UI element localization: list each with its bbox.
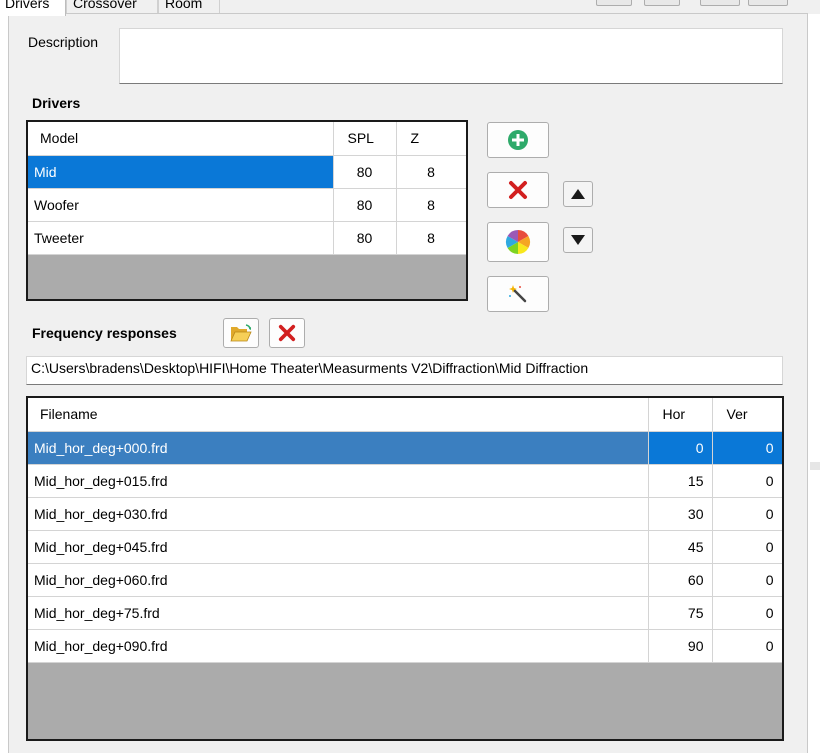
toolbar-button-2[interactable] [644,0,680,6]
remove-driver-button[interactable] [487,172,549,208]
driver-spl-cell[interactable]: 80 [333,221,397,255]
tab-crossover-label: Crossover [73,0,137,11]
splitter-edge [810,462,820,470]
driver-model-cell[interactable]: Woofer [28,188,334,222]
driver-model-cell[interactable]: Mid [28,155,334,189]
frequency-response-grid: Filename Hor Ver Mid_hor_deg+000.frd 0 0… [26,396,784,741]
driver-wizard-button[interactable] [487,276,549,312]
tab-crossover[interactable]: Crossover [66,0,158,14]
driver-spl-cell[interactable]: 80 [333,155,397,189]
frd-hor-cell[interactable]: 90 [648,629,713,663]
toolbar-button-4[interactable] [748,0,788,6]
driver-spl-cell[interactable]: 80 [333,188,397,222]
frd-hor-cell[interactable]: 75 [648,596,713,630]
color-wheel-icon [505,229,531,255]
open-frd-button[interactable] [223,318,259,348]
frd-filename-cell[interactable]: Mid_hor_deg+045.frd [28,530,649,564]
drivers-header-row: Model SPL Z [28,122,466,156]
frd-row[interactable]: Mid_hor_deg+090.frd 90 0 [28,629,782,663]
driver-row-woofer[interactable]: Woofer 80 8 [28,188,466,222]
frd-ver-cell[interactable]: 0 [712,629,782,663]
column-header-filename[interactable]: Filename [28,398,649,432]
frd-filename-cell[interactable]: Mid_hor_deg+000.frd [28,431,649,465]
frd-hor-cell[interactable]: 0 [648,431,713,465]
frd-row[interactable]: Mid_hor_deg+045.frd 45 0 [28,530,782,564]
frd-path-field[interactable]: C:\Users\bradens\Desktop\HIFI\Home Theat… [26,356,783,385]
triangle-up-icon [571,189,585,199]
toolbar-button-3[interactable] [700,0,740,6]
frd-filename-cell[interactable]: Mid_hor_deg+75.frd [28,596,649,630]
toolbar-button-1[interactable] [596,0,632,6]
tab-room-label: Room [165,0,203,11]
frd-filename-cell[interactable]: Mid_hor_deg+030.frd [28,497,649,531]
frd-hor-cell[interactable]: 60 [648,563,713,597]
frd-ver-cell[interactable]: 0 [712,431,782,465]
driver-model-cell[interactable]: Tweeter [28,221,334,255]
frd-header-row: Filename Hor Ver [28,398,782,432]
frd-hor-cell[interactable]: 15 [648,464,713,498]
remove-frd-button[interactable] [269,318,305,348]
column-header-spl[interactable]: SPL [333,122,397,156]
column-header-ver[interactable]: Ver [712,398,782,432]
drivers-grid: Model SPL Z Mid 80 8 Woofer 80 8 Tweeter… [26,120,468,301]
driver-z-cell[interactable]: 8 [396,188,466,222]
tab-room[interactable]: Room [158,0,220,14]
frd-ver-cell[interactable]: 0 [712,464,782,498]
tab-drivers-label: Drivers [5,0,50,11]
description-label: Description [28,34,99,50]
column-header-model[interactable]: Model [28,122,334,156]
tab-strip: Drivers Crossover Room [0,0,820,16]
add-driver-button[interactable] [487,122,549,158]
frd-filename-cell[interactable]: Mid_hor_deg+090.frd [28,629,649,663]
frd-ver-cell[interactable]: 0 [712,596,782,630]
column-header-hor[interactable]: Hor [648,398,713,432]
tab-drivers[interactable]: Drivers [0,0,66,16]
magic-wand-icon [508,284,528,304]
driver-row-tweeter[interactable]: Tweeter 80 8 [28,221,466,255]
description-input[interactable] [119,28,783,84]
column-header-z[interactable]: Z [396,122,466,156]
frd-filename-cell[interactable]: Mid_hor_deg+015.frd [28,464,649,498]
frd-filename-cell[interactable]: Mid_hor_deg+060.frd [28,563,649,597]
frd-row[interactable]: Mid_hor_deg+75.frd 75 0 [28,596,782,630]
frd-ver-cell[interactable]: 0 [712,563,782,597]
triangle-down-icon [571,235,585,245]
frd-hor-cell[interactable]: 45 [648,530,713,564]
move-up-button[interactable] [563,181,593,207]
frd-row[interactable]: Mid_hor_deg+015.frd 15 0 [28,464,782,498]
frd-hor-cell[interactable]: 30 [648,497,713,531]
move-down-button[interactable] [563,227,593,253]
drivers-section-label: Drivers [32,95,81,111]
frd-ver-cell[interactable]: 0 [712,497,782,531]
frd-row[interactable]: Mid_hor_deg+060.frd 60 0 [28,563,782,597]
plus-circle-icon [507,129,529,151]
frd-row[interactable]: Mid_hor_deg+000.frd 0 0 [28,431,782,465]
driver-z-cell[interactable]: 8 [396,155,466,189]
frd-ver-cell[interactable]: 0 [712,530,782,564]
red-x-icon [508,180,528,200]
frequency-responses-label: Frequency responses [32,325,177,341]
driver-color-button[interactable] [487,222,549,262]
driver-z-cell[interactable]: 8 [396,221,466,255]
red-x-icon [278,324,296,342]
driver-row-mid[interactable]: Mid 80 8 [28,155,466,189]
frd-row[interactable]: Mid_hor_deg+030.frd 30 0 [28,497,782,531]
folder-open-icon [230,324,252,342]
